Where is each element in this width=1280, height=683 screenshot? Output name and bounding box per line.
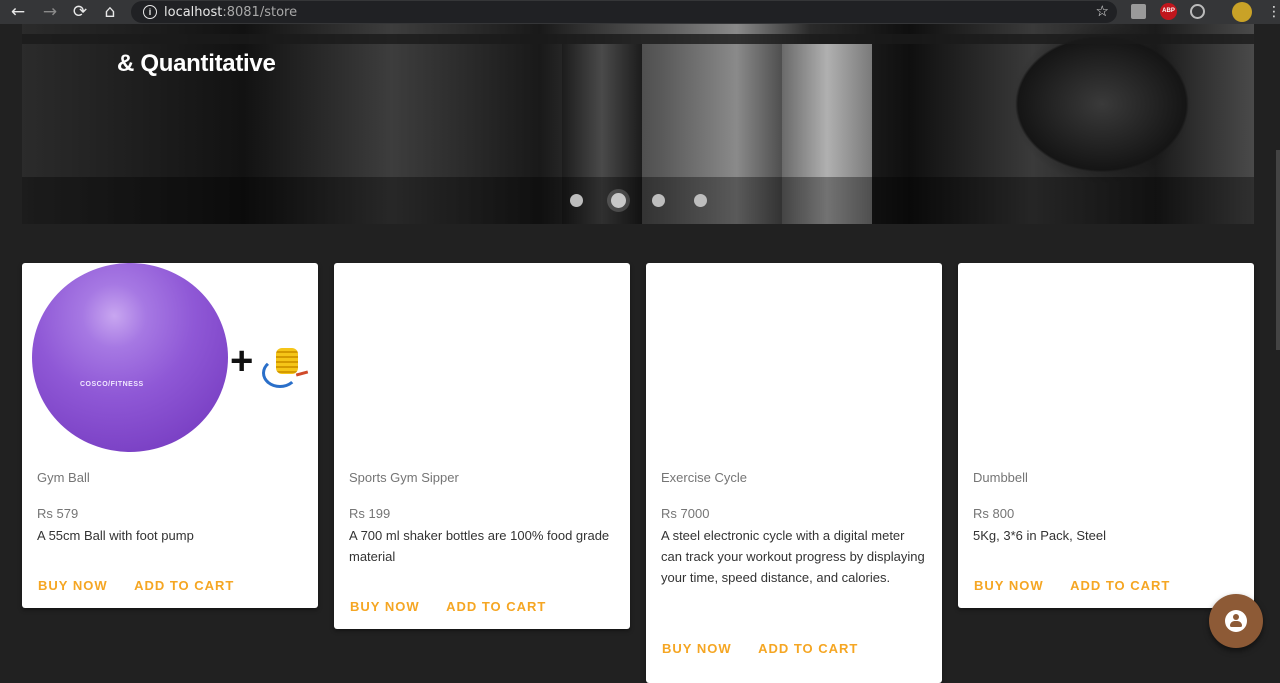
- product-price: Rs 800: [973, 506, 1015, 521]
- product-name: Sports Gym Sipper: [349, 470, 459, 485]
- product-name: Gym Ball: [37, 470, 90, 485]
- buy-now-button[interactable]: BUY NOW: [38, 578, 108, 593]
- card-actions: BUY NOW ADD TO CART: [350, 598, 568, 616]
- add-to-cart-button[interactable]: ADD TO CART: [1070, 578, 1170, 593]
- profile-avatar[interactable]: [1232, 2, 1252, 22]
- barbell-image-detail: [22, 34, 1254, 44]
- hero-title: & Quantitative: [117, 50, 276, 77]
- carousel-controls-overlay: [22, 177, 1254, 224]
- brand-logo: COSCO/FITNESS: [80, 381, 144, 388]
- product-description: A steel electronic cycle with a digital …: [661, 528, 925, 585]
- product-price: Rs 579: [37, 506, 79, 521]
- buy-now-button[interactable]: BUY NOW: [974, 578, 1044, 593]
- forward-arrow-icon[interactable]: →: [40, 2, 60, 22]
- product-description: A 55cm Ball with foot pump: [37, 528, 194, 543]
- add-to-cart-button[interactable]: ADD TO CART: [134, 578, 234, 593]
- carousel-dot-3[interactable]: [652, 194, 665, 207]
- home-icon[interactable]: ⌂: [100, 2, 120, 22]
- gym-ball-image: [32, 263, 228, 452]
- plus-sign: +: [230, 339, 254, 383]
- product-image[interactable]: [646, 263, 942, 453]
- browser-toolbar: ← → ⟳ ⌂ i localhost:8081/store ☆ ABP ⋮: [0, 0, 1280, 24]
- add-to-cart-button[interactable]: ADD TO CART: [446, 599, 546, 614]
- address-bar[interactable]: i localhost:8081/store ☆: [131, 1, 1117, 23]
- product-card-gym-ball: COSCO/FITNESS + Gym Ball Rs 579 A 55cm B…: [22, 263, 318, 608]
- card-actions: BUY NOW ADD TO CART: [38, 577, 256, 595]
- product-image[interactable]: [334, 263, 630, 453]
- extension-icon[interactable]: [1131, 4, 1146, 19]
- product-card-cycle: Exercise Cycle Rs 7000 A steel electroni…: [646, 263, 942, 683]
- carousel-dot-1[interactable]: [570, 194, 583, 207]
- card-actions: BUY NOW ADD TO CART: [974, 577, 1192, 595]
- product-card-sipper: Sports Gym Sipper Rs 199 A 700 ml shaker…: [334, 263, 630, 629]
- carousel-dot-2[interactable]: [611, 193, 626, 208]
- adblock-plus-icon[interactable]: ABP: [1160, 3, 1177, 20]
- url-text[interactable]: localhost:8081/store: [164, 5, 297, 20]
- bookmark-star-icon[interactable]: ☆: [1096, 2, 1109, 20]
- product-price: Rs 199: [349, 506, 391, 521]
- carousel-dot-4[interactable]: [694, 194, 707, 207]
- product-name: Dumbbell: [973, 470, 1028, 485]
- product-description: A 700 ml shaker bottles are 100% food gr…: [349, 528, 610, 564]
- back-arrow-icon[interactable]: ←: [8, 2, 28, 22]
- product-image[interactable]: [958, 263, 1254, 453]
- product-card-dumbbell: Dumbbell Rs 800 5Kg, 3*6 in Pack, Steel …: [958, 263, 1254, 608]
- hero-carousel: & Quantitative: [22, 24, 1254, 224]
- buy-now-button[interactable]: BUY NOW: [662, 641, 732, 656]
- scrollbar[interactable]: [1276, 150, 1280, 350]
- account-icon: [1225, 610, 1247, 632]
- reload-icon[interactable]: ⟳: [70, 2, 90, 22]
- url-host: localhost: [164, 5, 223, 20]
- browser-menu-icon[interactable]: ⋮: [1267, 3, 1280, 21]
- product-image[interactable]: COSCO/FITNESS +: [22, 263, 318, 453]
- url-path: :8081/store: [222, 5, 298, 20]
- card-actions: BUY NOW ADD TO CART: [662, 640, 880, 658]
- account-fab-button[interactable]: [1209, 594, 1263, 648]
- product-name: Exercise Cycle: [661, 470, 747, 485]
- foot-pump-image: [262, 348, 309, 388]
- buy-now-button[interactable]: BUY NOW: [350, 599, 420, 614]
- site-info-icon[interactable]: i: [143, 5, 157, 19]
- product-description: 5Kg, 3*6 in Pack, Steel: [973, 528, 1106, 543]
- extension-globe-icon[interactable]: [1190, 4, 1205, 19]
- product-price: Rs 7000: [661, 506, 710, 521]
- add-to-cart-button[interactable]: ADD TO CART: [758, 641, 858, 656]
